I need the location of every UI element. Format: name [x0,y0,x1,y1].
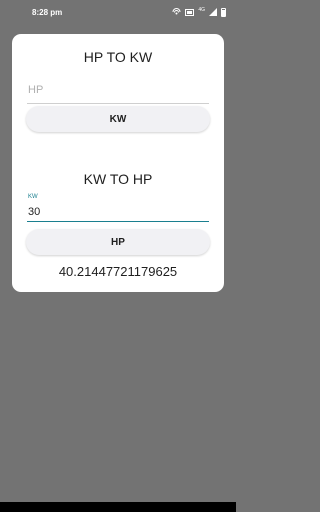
network-type-label: 4G [198,7,205,13]
kw-input[interactable]: KW 30 [27,192,209,222]
system-navigation-bar [0,502,236,512]
status-icons: 4G [172,3,226,21]
hp-input-placeholder: HP [28,84,44,96]
kw-to-hp-title: KW TO HP [83,171,153,187]
convert-to-kw-button[interactable]: KW [26,106,210,132]
hp-to-kw-title: HP TO KW [83,49,153,65]
hotspot-icon [172,3,181,21]
converter-card: HP TO KW HP KW KW TO HP KW 30 HP 40.2144… [12,34,224,292]
status-time: 8:28 pm [32,7,63,17]
data-saver-icon [185,3,195,21]
hp-result-text: 40.21447721179625 [58,264,178,279]
status-bar: 8:28 pm 4G [0,0,236,24]
battery-icon [221,7,226,17]
convert-to-hp-button[interactable]: HP [26,229,210,255]
hp-input[interactable]: HP [27,80,209,104]
kw-input-value: 30 [28,206,41,218]
app-screen: 8:28 pm 4G HP TO KW HP KW KW TO HP KW 30 [0,0,236,512]
signal-icon [209,3,217,21]
kw-input-label: KW [28,194,38,200]
